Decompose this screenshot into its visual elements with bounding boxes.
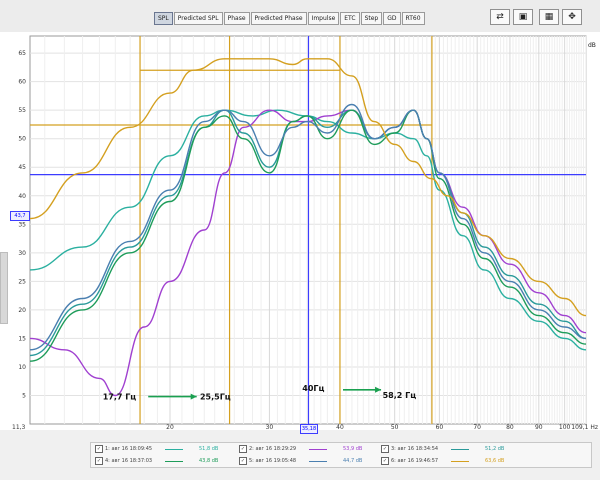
- y-tick-label: 20: [18, 307, 26, 314]
- legend-name: 1: авг 16 18:09:45: [105, 446, 153, 452]
- annotation-left-high: 25,5Гц: [200, 392, 231, 401]
- toolbar: SPL Predicted SPL Phase Predicted Phase …: [0, 0, 600, 33]
- legend-checkbox[interactable]: ✓: [381, 457, 389, 465]
- legend-swatch: [451, 461, 469, 462]
- x-tick-label: 60: [436, 424, 444, 430]
- legend-row: ✓ 4: авг 16 18:37:03 43,8 dB ✓ 5: авг 16…: [91, 455, 591, 467]
- y-tick-label: 65: [18, 50, 26, 57]
- legend-name: 2: авг 16 18:29:29: [249, 446, 297, 452]
- tab-etc[interactable]: ETC: [340, 12, 360, 25]
- controls-icon[interactable]: ⇄: [490, 9, 510, 25]
- tab-phase[interactable]: Phase: [223, 12, 250, 25]
- x-tick-label: 90: [535, 424, 543, 430]
- y-tick-label: 35: [18, 221, 26, 228]
- legend-swatch: [309, 461, 327, 462]
- y-tick-label: 5: [22, 392, 26, 399]
- legend-checkbox[interactable]: ✓: [239, 445, 247, 453]
- legend-swatch: [451, 449, 469, 450]
- x-tick-label: 109,1 Hz: [571, 424, 598, 430]
- y-tick-label: 60: [18, 79, 26, 86]
- tab-predicted-spl[interactable]: Predicted SPL: [173, 12, 223, 25]
- x-tick-label: 40: [336, 424, 344, 430]
- x-tick-label: 80: [506, 424, 514, 430]
- y-tick-label: 40: [18, 193, 26, 200]
- legend-row: ✓ 1: авг 16 18:09:45 51,8 dB ✓ 2: авг 16…: [91, 443, 591, 455]
- legend-value: 44,7 dB: [343, 458, 363, 464]
- x-cursor-readout: 35,18: [300, 424, 318, 434]
- plot-frame: dB 65 60 55 50 45 40 35 30 25 20 15 10 5 11,3 20 30 40 50…: [0, 32, 600, 430]
- y-tick-label: 25: [18, 278, 26, 285]
- tab-impulse[interactable]: Impulse: [307, 12, 340, 25]
- tab-rt60[interactable]: RT60: [401, 12, 425, 25]
- legend-value: 43,8 dB: [199, 458, 219, 464]
- y-tick-label: 45: [18, 164, 26, 171]
- y-tick-label: 55: [18, 107, 26, 114]
- y-cursor-readout: 43,7: [10, 211, 30, 221]
- x-tick-label: 11,3: [12, 424, 26, 430]
- x-tick-label: 30: [266, 424, 274, 430]
- legend-checkbox[interactable]: ✓: [239, 457, 247, 465]
- legend-name: 6: авг 16 19:46:57: [391, 458, 439, 464]
- legend-value: 63,6 dB: [485, 458, 505, 464]
- spl-chart[interactable]: 65 60 55 50 45 40 35 30 25 20 15 10 5 11,3 20 30 40 50 60 7…: [0, 32, 600, 430]
- legend-swatch: [309, 449, 327, 450]
- x-tick-label: 20: [166, 424, 174, 430]
- annotation-right-low: 40Гц: [302, 384, 324, 393]
- y-tick-label: 15: [18, 335, 26, 342]
- legend-swatch: [165, 449, 183, 450]
- graph-tabs: SPL Predicted SPL Phase Predicted Phase …: [154, 12, 425, 25]
- x-tick-label: 100: [559, 424, 571, 430]
- y-tick-label: 10: [18, 364, 26, 371]
- legend-name: 3: авг 16 18:34:54: [391, 446, 439, 452]
- legend-value: 51,2 dB: [485, 446, 505, 452]
- display-icon[interactable]: ▣: [513, 9, 533, 25]
- y-tick-label: 30: [18, 250, 26, 257]
- annotation-right-high: 58,2 Гц: [383, 391, 417, 400]
- legend-name: 5: авг 16 19:05:48: [249, 458, 297, 464]
- legend-value: 53,9 dB: [343, 446, 363, 452]
- x-tick-label: 50: [391, 424, 399, 430]
- annotation-left-low: 17,7 Гц: [103, 392, 137, 401]
- grid-icon[interactable]: ▦: [539, 9, 559, 25]
- legend-swatch: [165, 461, 183, 462]
- legend-checkbox[interactable]: ✓: [95, 445, 103, 453]
- tab-step[interactable]: Step: [360, 12, 383, 25]
- y-tick-label: 50: [18, 136, 26, 143]
- legend-checkbox[interactable]: ✓: [95, 457, 103, 465]
- tab-spl[interactable]: SPL: [154, 12, 173, 25]
- legend-checkbox[interactable]: ✓: [381, 445, 389, 453]
- legend-value: 51,8 dB: [199, 446, 219, 452]
- tab-predicted-phase[interactable]: Predicted Phase: [250, 12, 307, 25]
- x-tick-label: 70: [473, 424, 481, 430]
- move-icon[interactable]: ✥: [562, 9, 582, 25]
- legend-panel: ✓ 1: авг 16 18:09:45 51,8 dB ✓ 2: авг 16…: [90, 442, 592, 468]
- tab-gd[interactable]: GD: [383, 12, 401, 25]
- legend-name: 4: авг 16 18:37:03: [105, 458, 153, 464]
